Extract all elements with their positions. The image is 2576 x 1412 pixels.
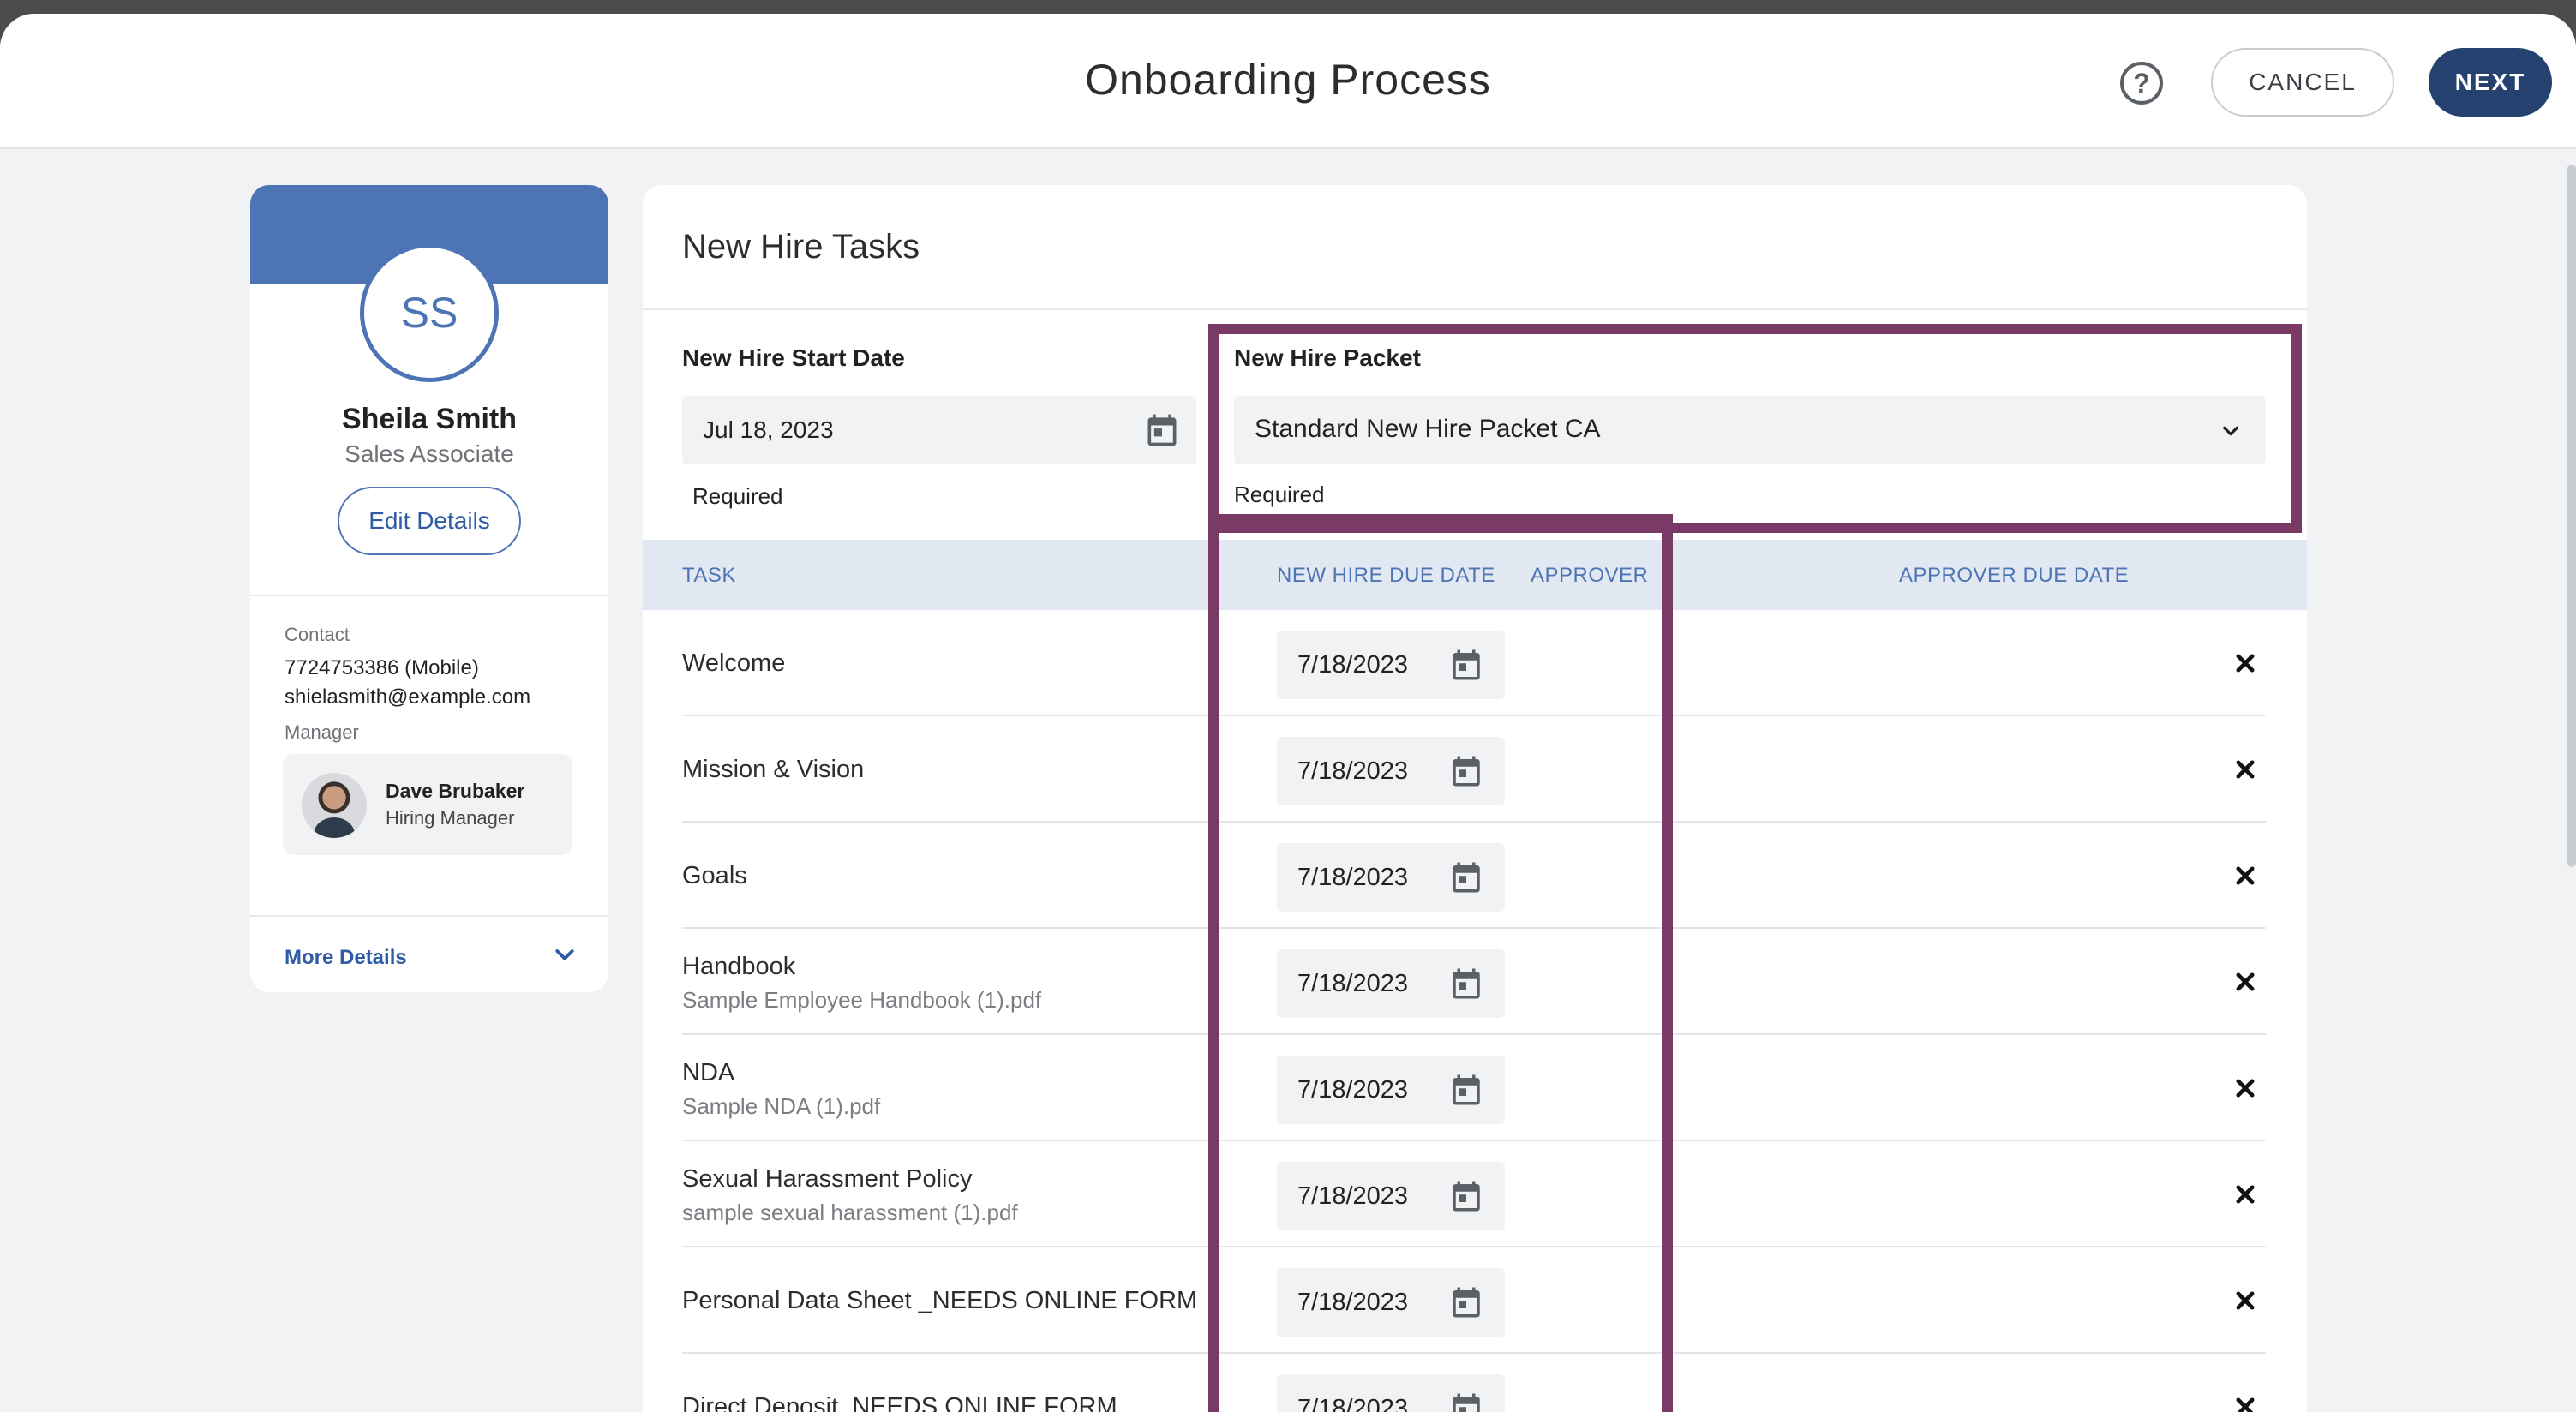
task-name: NDA xyxy=(682,1059,735,1086)
start-date-value: Jul 18, 2023 xyxy=(703,416,834,443)
start-date-input[interactable]: Jul 18, 2023 xyxy=(682,396,1196,464)
more-details-toggle[interactable]: More Details xyxy=(285,946,407,970)
employee-name: Sheila Smith xyxy=(341,403,518,435)
packet-required: Required xyxy=(1234,482,1325,507)
start-date-label: New Hire Start Date xyxy=(682,344,905,371)
close-icon[interactable] xyxy=(2233,1076,2257,1100)
employee-role: Sales Associate xyxy=(344,440,514,467)
due-date-input[interactable]: 7/18/2023 xyxy=(1277,631,1505,699)
contact-email: shielasmith@example.com xyxy=(285,685,531,709)
due-date-value: 7/18/2023 xyxy=(1297,651,1409,679)
calendar-icon[interactable] xyxy=(1448,1284,1484,1320)
start-date-required: Required xyxy=(692,483,783,509)
close-icon[interactable] xyxy=(2233,970,2257,994)
task-attachment[interactable]: sample sexual harassment (1).pdf xyxy=(682,1200,1018,1226)
due-date-input[interactable]: 7/18/2023 xyxy=(1277,1162,1505,1230)
table-row: Mission & Vision 7/18/2023 xyxy=(682,716,2266,823)
due-date-input[interactable]: 7/18/2023 xyxy=(1277,737,1505,805)
divider xyxy=(250,595,608,596)
task-name: Goals xyxy=(682,862,747,889)
close-icon[interactable] xyxy=(2233,1395,2257,1412)
table-row: Handbook Sample Employee Handbook (1).pdf… xyxy=(682,929,2266,1035)
task-name: Mission & Vision xyxy=(682,756,865,783)
calendar-icon[interactable] xyxy=(1448,1391,1484,1412)
new-hire-tasks-card: New Hire Tasks New Hire Start Date Jul 1… xyxy=(643,185,2307,1412)
page-title: Onboarding Process xyxy=(1085,56,1491,104)
scrollbar[interactable] xyxy=(2567,165,2576,867)
employee-profile-card: SS Sheila Smith Sales Associate Edit Det… xyxy=(250,185,608,992)
column-due-date: NEW HIRE DUE DATE xyxy=(1277,564,1495,587)
calendar-icon[interactable] xyxy=(1448,753,1484,789)
manager-card: Dave Brubaker Hiring Manager xyxy=(283,754,572,855)
calendar-icon[interactable] xyxy=(1448,647,1484,683)
table-row: Direct Deposit_NEEDS ONLINE FORM 7/18/202… xyxy=(682,1354,2266,1412)
task-attachment[interactable]: Sample Employee Handbook (1).pdf xyxy=(682,987,1041,1014)
due-date-input[interactable]: 7/18/2023 xyxy=(1277,843,1505,912)
task-attachment[interactable]: Sample NDA (1).pdf xyxy=(682,1093,880,1120)
contact-label: Contact xyxy=(285,624,350,645)
packet-label: New Hire Packet xyxy=(1234,344,1421,371)
cancel-button[interactable]: CANCEL xyxy=(2211,48,2394,117)
calendar-icon[interactable] xyxy=(1143,411,1181,449)
manager-name: Dave Brubaker xyxy=(386,780,525,802)
calendar-icon[interactable] xyxy=(1448,859,1484,895)
task-name: Welcome xyxy=(682,649,786,677)
due-date-value: 7/18/2023 xyxy=(1297,1289,1409,1316)
chevron-down-icon[interactable] xyxy=(552,942,578,968)
calendar-icon[interactable] xyxy=(1448,1072,1484,1108)
due-date-input[interactable]: 7/18/2023 xyxy=(1277,1268,1505,1337)
edit-details-button[interactable]: Edit Details xyxy=(338,487,521,555)
close-icon[interactable] xyxy=(2233,651,2257,675)
table-row: Welcome 7/18/2023 xyxy=(682,610,2266,716)
due-date-value: 7/18/2023 xyxy=(1297,1395,1409,1412)
next-button[interactable]: NEXT xyxy=(2429,48,2552,117)
due-date-value: 7/18/2023 xyxy=(1297,864,1409,891)
chevron-down-icon xyxy=(2223,426,2238,436)
task-name: Personal Data Sheet _NEEDS ONLINE FORM xyxy=(682,1287,1198,1314)
packet-value: Standard New Hire Packet CA xyxy=(1255,415,1601,443)
close-icon[interactable] xyxy=(2233,1289,2257,1313)
top-bar: Onboarding Process ? CANCEL NEXT xyxy=(0,14,2576,149)
due-date-input[interactable]: 7/18/2023 xyxy=(1277,949,1505,1018)
task-name: Handbook xyxy=(682,953,796,980)
close-icon[interactable] xyxy=(2233,864,2257,888)
column-task: TASK xyxy=(682,564,736,587)
avatar: SS xyxy=(360,243,499,382)
column-approver: APPROVER xyxy=(1531,564,1649,587)
new-hire-packet-select[interactable]: Standard New Hire Packet CA xyxy=(1234,396,2266,464)
due-date-input[interactable]: 7/18/2023 xyxy=(1277,1374,1505,1412)
due-date-value: 7/18/2023 xyxy=(1297,1182,1409,1210)
due-date-value: 7/18/2023 xyxy=(1297,757,1409,785)
calendar-icon[interactable] xyxy=(1448,966,1484,1002)
section-title: New Hire Tasks xyxy=(682,228,920,266)
calendar-icon[interactable] xyxy=(1448,1178,1484,1214)
task-name: Direct Deposit_NEEDS ONLINE FORM xyxy=(682,1393,1117,1412)
contact-phone: 7724753386 (Mobile) xyxy=(285,656,479,679)
divider xyxy=(643,308,2307,310)
table-row: Goals 7/18/2023 xyxy=(682,823,2266,929)
due-date-value: 7/18/2023 xyxy=(1297,1076,1409,1104)
close-icon[interactable] xyxy=(2233,1182,2257,1206)
due-date-value: 7/18/2023 xyxy=(1297,970,1409,997)
divider xyxy=(250,915,608,917)
table-row: NDA Sample NDA (1).pdf 7/18/2023 xyxy=(682,1035,2266,1141)
column-approver-due-date: APPROVER DUE DATE xyxy=(1899,564,2130,587)
manager-avatar xyxy=(302,773,367,838)
onboarding-modal: Onboarding Process ? CANCEL NEXT SS Shei… xyxy=(0,14,2576,1412)
due-date-input[interactable]: 7/18/2023 xyxy=(1277,1056,1505,1124)
manager-label: Manager xyxy=(285,721,359,743)
table-row: Sexual Harassment Policy sample sexual ha… xyxy=(682,1141,2266,1247)
manager-role: Hiring Manager xyxy=(386,807,515,829)
task-name: Sexual Harassment Policy xyxy=(682,1165,973,1193)
table-header: TASK NEW HIRE DUE DATE APPROVER APPROVER… xyxy=(643,540,2307,610)
close-icon[interactable] xyxy=(2233,757,2257,781)
table-row: Personal Data Sheet _NEEDS ONLINE FORM 7/… xyxy=(682,1247,2266,1354)
help-icon[interactable]: ? xyxy=(2120,62,2163,105)
